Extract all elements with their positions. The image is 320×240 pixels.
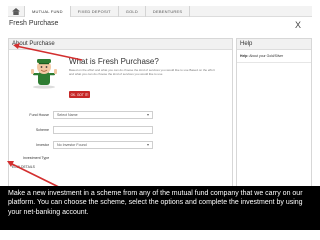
help-item-text: About your Gold/Silver — [249, 54, 284, 58]
ok-got-it-button[interactable]: OK. GOT IT! — [69, 91, 90, 98]
tab-gold[interactable]: GOLD — [119, 5, 146, 17]
investor-select[interactable]: No Investor Found — [53, 141, 153, 149]
fund-house-select[interactable]: Select Name — [53, 111, 153, 119]
what-is-fresh-purchase-title: What is Fresh Purchase? — [69, 57, 159, 66]
slide: MUTUAL FUND FIXED DEPOSIT GOLD DEBENTURE… — [0, 0, 320, 240]
scheme-select[interactable] — [53, 126, 153, 134]
help-item-bold: Help: — [240, 54, 249, 58]
chevron-down-icon — [147, 114, 149, 116]
about-purchase-heading: About Purchase — [9, 39, 232, 50]
tab-mutual-fund[interactable]: MUTUAL FUND — [24, 5, 71, 17]
euin-details-label: EUIN DETAILS — [12, 165, 35, 169]
help-panel: Help Help: About your Gold/Silver — [236, 38, 312, 192]
caption-text: Make a new investment in a scheme from a… — [0, 186, 320, 230]
top-nav: MUTUAL FUND FIXED DEPOSIT GOLD DEBENTURE… — [8, 5, 312, 17]
about-purchase-panel: About Purchase What is Fresh Purchase? B… — [8, 38, 233, 192]
tab-debentures[interactable]: DEBENTURES — [146, 5, 191, 17]
mascot-illustration — [31, 59, 57, 89]
home-icon[interactable] — [8, 6, 24, 17]
chevron-down-icon — [147, 144, 149, 146]
tab-fixed-deposit[interactable]: FIXED DEPOSIT — [71, 5, 119, 17]
investment-type-label: Investment Type — [23, 156, 50, 160]
investor-value: No Investor Found — [57, 143, 87, 147]
investor-label: Investor — [36, 143, 49, 147]
help-heading: Help — [237, 39, 311, 50]
close-button[interactable]: X — [295, 20, 301, 30]
page-title: Fresh Purchase — [9, 20, 59, 27]
fund-house-label: Fund House — [29, 113, 49, 117]
scheme-label: Scheme — [35, 128, 49, 132]
fund-house-value: Select Name — [57, 113, 78, 117]
help-item[interactable]: Help: About your Gold/Silver — [237, 50, 311, 63]
fresh-purchase-description: Based on the effort and what you can do … — [69, 68, 215, 76]
